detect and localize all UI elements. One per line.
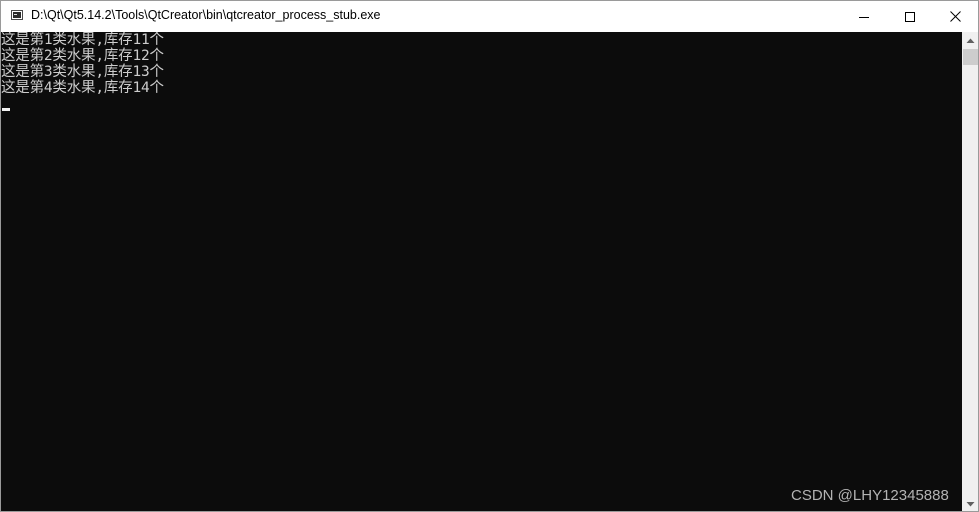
console-line-1: 这是第1类水果,库存11个 [1,32,164,48]
vertical-scrollbar[interactable] [962,32,978,511]
console-line-2: 这是第2类水果,库存12个 [1,48,164,64]
console-window: D:\Qt\Qt5.14.2\Tools\QtCreator\bin\qtcre… [0,0,979,512]
console-line-3: 这是第3类水果,库存13个 [1,64,164,80]
title-bar[interactable]: D:\Qt\Qt5.14.2\Tools\QtCreator\bin\qtcre… [1,1,978,32]
scroll-up-button[interactable] [962,32,978,49]
scroll-down-button[interactable] [962,495,978,511]
scroll-thumb[interactable] [963,49,978,65]
maximize-icon [905,11,915,22]
minimize-button[interactable] [841,1,887,32]
watermark-text: CSDN @LHY12345888 [791,487,949,504]
maximize-button[interactable] [887,1,933,32]
text-cursor [2,108,10,111]
console-line-4: 这是第4类水果,库存14个 [1,80,164,96]
console-window-icon[interactable] [11,10,23,20]
minimize-icon [859,16,869,18]
window-title: D:\Qt\Qt5.14.2\Tools\QtCreator\bin\qtcre… [31,8,381,22]
close-button[interactable] [932,1,978,32]
scroll-up-arrow-icon [966,38,975,43]
scroll-down-arrow-icon [966,501,975,506]
close-icon [949,11,961,22]
console-output-area[interactable]: 这是第1类水果,库存11个 这是第2类水果,库存12个 这是第3类水果,库存13… [1,32,961,511]
